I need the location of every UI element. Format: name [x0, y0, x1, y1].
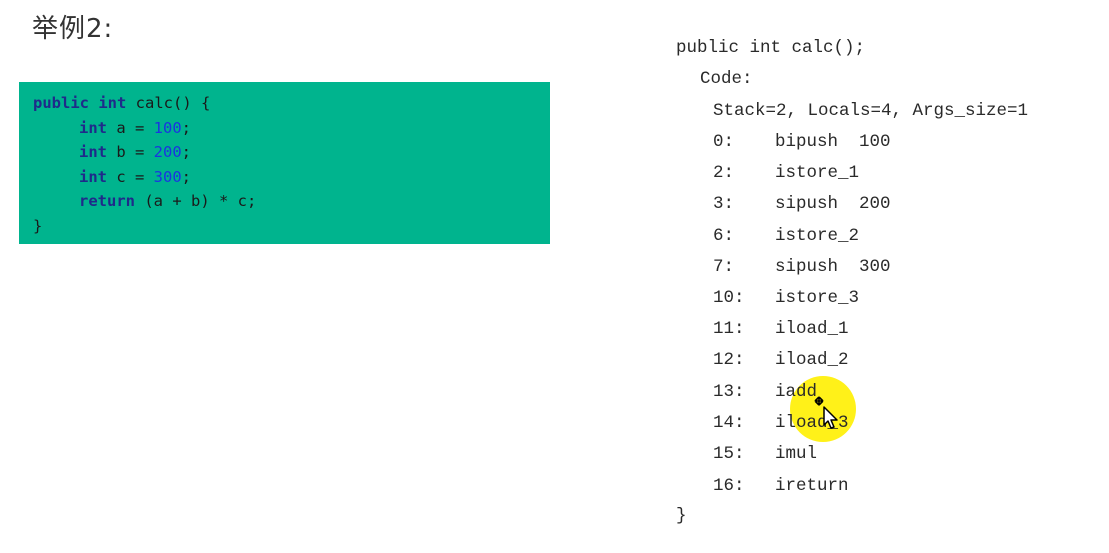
instruction-opcode: istore_3 — [775, 288, 860, 308]
semicolon: ; — [181, 118, 192, 137]
source-line-6: } — [33, 214, 550, 239]
return-expression: (a + b) * c; — [135, 192, 257, 210]
closing-brace: } — [676, 506, 687, 526]
source-line-4: int c = 300; — [33, 165, 550, 190]
stack-info: Stack=2, Locals=4, Args_size=1 — [713, 101, 1029, 121]
semicolon: ; — [181, 143, 192, 161]
keyword-return: return — [79, 192, 135, 210]
java-source-box: public int calc() { int a = 100; int b =… — [19, 82, 550, 244]
instruction-offset: 6: — [713, 226, 735, 246]
source-line-5: return (a + b) * c; — [33, 189, 550, 214]
method-signature: calc() { — [126, 94, 211, 112]
instruction-offset: 11: — [713, 319, 745, 339]
instruction-opcode: imul — [775, 444, 818, 464]
bytecode-signature: public int calc(); — [676, 38, 866, 58]
page-title: 举例2: — [32, 14, 114, 44]
keyword-int: int — [98, 94, 127, 112]
var-decl: b = — [107, 143, 154, 161]
instruction-offset: 0: — [713, 132, 735, 152]
instruction-offset: 13: — [713, 382, 745, 402]
number-literal: 300 — [153, 167, 182, 186]
instruction-offset: 14: — [713, 413, 745, 433]
instruction-opcode: ireturn — [775, 476, 849, 496]
instruction-opcode: iadd — [775, 382, 818, 402]
instruction-opcode: bipush 100 — [775, 132, 891, 152]
instruction-opcode: sipush 200 — [775, 194, 891, 214]
instruction-opcode: istore_2 — [775, 226, 860, 246]
keyword-int: int — [79, 167, 107, 186]
var-decl: c = — [107, 167, 154, 186]
source-line-3: int b = 200; — [33, 140, 550, 165]
instruction-offset: 10: — [713, 288, 745, 308]
instruction-offset: 7: — [713, 257, 735, 277]
instruction-opcode: iload_1 — [775, 319, 849, 339]
code-label: Code: — [700, 69, 753, 89]
instruction-opcode: istore_1 — [775, 163, 860, 183]
instruction-offset: 15: — [713, 444, 745, 464]
source-line-1: public int calc() { — [33, 91, 550, 116]
instruction-offset: 16: — [713, 476, 745, 496]
number-literal: 200 — [153, 143, 182, 161]
keyword-int: int — [79, 118, 107, 137]
instruction-offset: 12: — [713, 350, 745, 370]
source-line-2: int a = 100; — [33, 116, 550, 141]
number-literal: 100 — [153, 118, 182, 137]
var-decl: a = — [107, 118, 154, 137]
instruction-opcode: sipush 300 — [775, 257, 891, 277]
closing-brace: } — [33, 216, 43, 235]
move-cursor-icon — [814, 396, 838, 429]
keyword-public: public — [33, 94, 89, 112]
instruction-offset: 3: — [713, 194, 735, 214]
semicolon: ; — [181, 167, 192, 186]
keyword-int: int — [79, 143, 107, 161]
instruction-opcode: iload_2 — [775, 350, 849, 370]
instruction-offset: 2: — [713, 163, 735, 183]
